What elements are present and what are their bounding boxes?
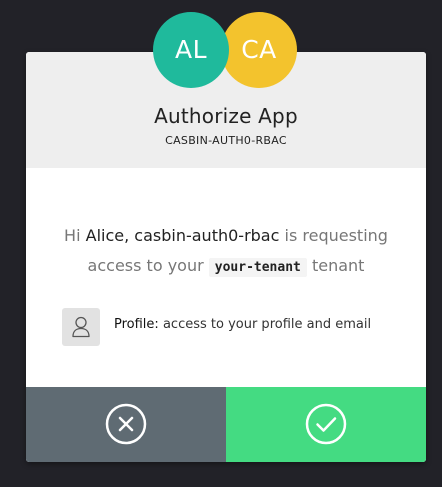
scope-item-profile: Profile: access to your profile and emai…	[62, 307, 402, 347]
tenant-code: your-tenant	[208, 258, 307, 277]
greeting-text: Hi	[64, 226, 81, 245]
user-name: Alice	[85, 226, 125, 245]
deny-button[interactable]	[26, 387, 226, 462]
message-line-2: access to your your-tenant tenant	[26, 251, 426, 283]
app-name: casbin-auth0-rbac	[134, 226, 280, 245]
app-avatar: CA	[221, 12, 297, 88]
user-avatar: AL	[153, 12, 229, 88]
authorization-message: Hi Alice, casbin-auth0-rbac is requestin…	[26, 221, 426, 283]
dialog-title: Authorize App	[154, 104, 298, 128]
access-text: access to your	[87, 256, 204, 275]
check-circle-icon	[305, 403, 347, 445]
tenant-word: tenant	[311, 256, 365, 275]
page-background: Authorize App CASBIN-AUTH0-RBAC Profile:…	[0, 0, 442, 487]
user-icon	[62, 308, 100, 346]
dialog-subtitle: CASBIN-AUTH0-RBAC	[165, 134, 287, 147]
accept-button[interactable]	[226, 387, 426, 462]
scope-description: access to your profile and email	[162, 317, 372, 332]
message-line-1: Hi Alice, casbin-auth0-rbac is requestin…	[64, 226, 388, 245]
close-circle-icon	[105, 403, 147, 445]
scope-name: Profile:	[114, 317, 159, 332]
requesting-text: is requesting	[284, 226, 388, 245]
scope-text: Profile: access to your profile and emai…	[114, 317, 371, 332]
